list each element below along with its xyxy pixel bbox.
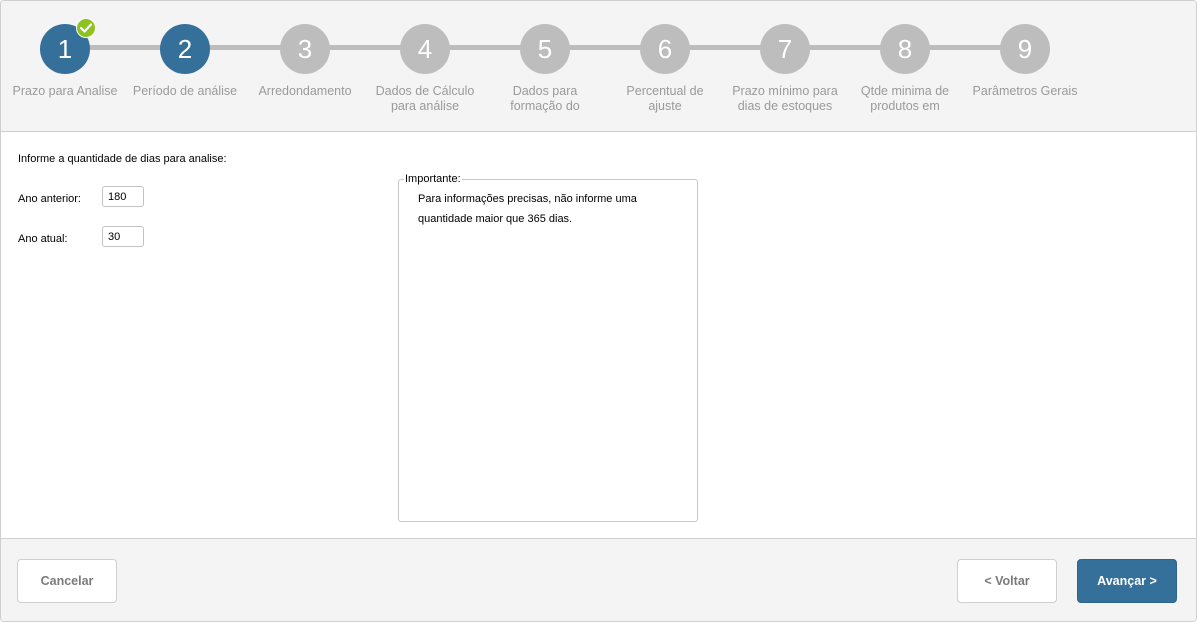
- step-5[interactable]: 5 Dados para formação do estoque: [490, 24, 600, 116]
- step-number: 3: [297, 34, 313, 64]
- step-number: 6: [657, 34, 673, 64]
- important-legend: Importante:: [405, 173, 461, 185]
- step-number: 1: [57, 34, 73, 64]
- step-8[interactable]: 8 Qtde minima de produtos em estoques: [850, 24, 960, 116]
- step-label: Dados para formação do estoque: [510, 84, 580, 116]
- important-text: Para informações precisas, não informe u…: [418, 193, 637, 225]
- back-button[interactable]: < Voltar: [957, 559, 1057, 603]
- step-circle: 3: [280, 24, 330, 74]
- current-year-label: Ano atual:: [18, 233, 68, 245]
- step-label: Percentual de ajuste: [626, 84, 704, 113]
- footer-bar: Cancelar < Voltar Avançar >: [1, 538, 1196, 621]
- wizard-dialog: 1 Prazo para Analise 2 Período de anális…: [0, 0, 1197, 622]
- step-number: 9: [1017, 34, 1033, 64]
- step-circle: 2: [160, 24, 210, 74]
- check-icon: [76, 18, 96, 38]
- step-circle: 5: [520, 24, 570, 74]
- step-number: 2: [177, 34, 193, 64]
- step-number: 8: [897, 34, 913, 64]
- step-label: Período de análise: [132, 84, 238, 98]
- current-year-input[interactable]: [102, 226, 144, 247]
- step-2[interactable]: 2 Período de análise: [130, 24, 240, 116]
- step-label: Dados de Cálculo para análise: [375, 84, 475, 113]
- step-circle: 9: [1000, 24, 1050, 74]
- step-label: Prazo para Analise: [12, 84, 118, 98]
- step-circle: 8: [880, 24, 930, 74]
- step-number: 7: [777, 34, 793, 64]
- previous-year-label: Ano anterior:: [18, 193, 81, 205]
- step-label: Prazo mínimo para dias de estoques: [732, 84, 838, 113]
- step-circle: 7: [760, 24, 810, 74]
- step-circle: 4: [400, 24, 450, 74]
- next-button[interactable]: Avançar >: [1077, 559, 1177, 603]
- step-1[interactable]: 1 Prazo para Analise: [10, 18, 120, 116]
- wizard-steps: 1 Prazo para Analise 2 Período de anális…: [1, 1, 1196, 132]
- step-9[interactable]: 9 Parâmetros Gerais: [970, 24, 1080, 116]
- step-4[interactable]: 4 Dados de Cálculo para análise: [370, 24, 480, 116]
- step-number: 5: [537, 34, 553, 64]
- step-label: Arredondamento: [258, 84, 352, 98]
- step-circle: 1: [40, 18, 96, 74]
- step-6[interactable]: 6 Percentual de ajuste: [610, 24, 720, 116]
- previous-year-input[interactable]: [102, 186, 144, 207]
- step-circle: 6: [640, 24, 690, 74]
- step-7[interactable]: 7 Prazo mínimo para dias de estoques: [730, 24, 840, 116]
- step-label: Qtde minima de produtos em estoques: [860, 84, 950, 116]
- cancel-button[interactable]: Cancelar: [17, 559, 117, 603]
- step-number: 4: [417, 34, 433, 64]
- form-prompt: Informe a quantidade de dias para analis…: [18, 153, 227, 165]
- important-box: Importante: Para informações precisas, n…: [398, 173, 698, 522]
- step-3[interactable]: 3 Arredondamento: [250, 24, 360, 116]
- step-label: Parâmetros Gerais: [972, 84, 1078, 98]
